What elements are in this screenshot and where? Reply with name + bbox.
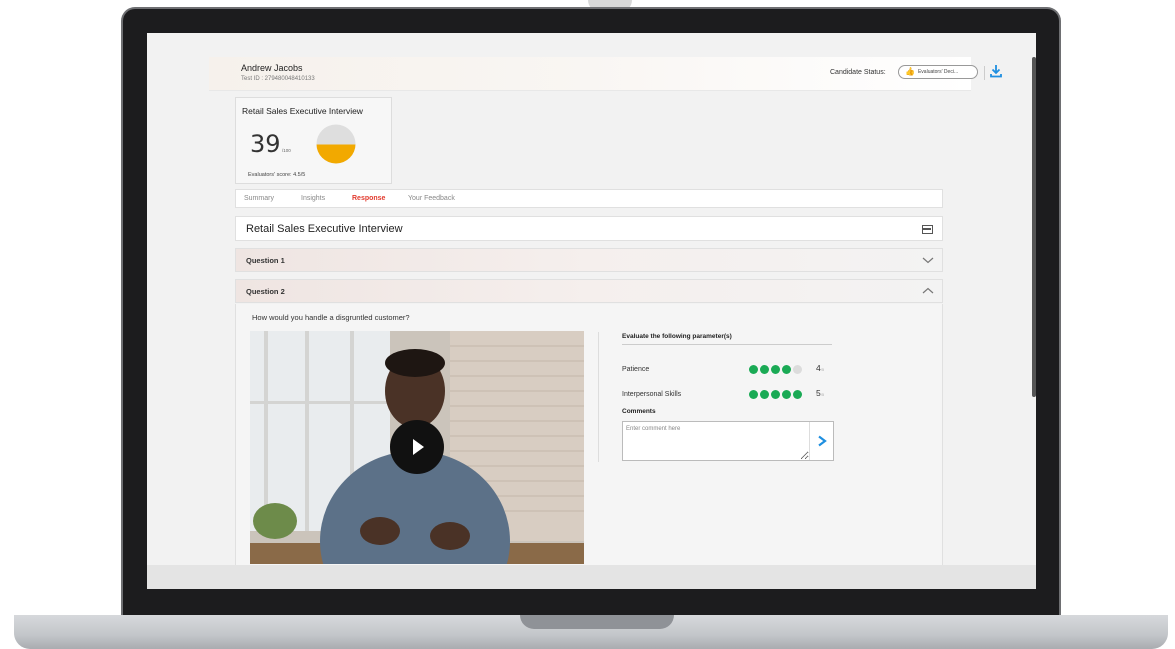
candidate-header: Andrew Jacobs Test ID : 279480048410133 … — [209, 57, 1002, 91]
question-2-header[interactable]: Question 2 — [235, 279, 943, 303]
rating-dot[interactable] — [749, 365, 758, 374]
parameter-interpersonal-label: Interpersonal Skills — [622, 391, 682, 398]
patience-rating-dots[interactable] — [749, 365, 802, 374]
interpersonal-rating-dots[interactable] — [749, 390, 802, 399]
candidate-name: Andrew Jacobs — [241, 63, 303, 73]
rating-dot[interactable] — [782, 365, 791, 374]
download-icon[interactable] — [990, 64, 1002, 78]
screen: Andrew Jacobs Test ID : 279480048410133 … — [147, 33, 1036, 589]
header-divider — [984, 66, 985, 80]
tab-your-feedback[interactable]: Your Feedback — [408, 195, 455, 202]
patience-rating-max: /5 — [820, 367, 825, 372]
evaluators-score: Evaluators' score: 4.5/5 — [248, 172, 306, 178]
screen-bottom-bar — [147, 565, 1036, 589]
chevron-up-icon[interactable] — [922, 286, 934, 296]
laptop-mockup: Andrew Jacobs Test ID : 279480048410133 … — [0, 0, 1175, 649]
tab-response[interactable]: Response — [352, 195, 385, 202]
score-gauge — [316, 124, 356, 164]
rating-dot[interactable] — [771, 390, 780, 399]
comment-input[interactable] — [623, 422, 809, 460]
rating-dot[interactable] — [771, 365, 780, 374]
comments-label: Comments — [622, 408, 656, 415]
question-2-label: Question 2 — [246, 287, 285, 296]
candidate-test-id: Test ID : 279480048410133 — [241, 76, 315, 82]
tab-summary[interactable]: Summary — [244, 195, 274, 202]
play-button[interactable] — [390, 420, 444, 474]
send-comment-button[interactable] — [809, 422, 833, 460]
candidate-status-value: Evaluators' Deci... — [917, 69, 959, 75]
rating-dot[interactable] — [760, 365, 769, 374]
list-view-icon[interactable] — [922, 225, 933, 234]
scrollbar[interactable] — [1032, 57, 1036, 397]
send-arrow-icon — [817, 435, 827, 447]
response-video[interactable] — [250, 331, 584, 564]
candidate-status-label: Candidate Status: — [830, 69, 886, 76]
thumbs-up-icon: 👍 — [905, 67, 915, 76]
score-max: /100 — [282, 148, 291, 153]
section-divider — [598, 332, 599, 462]
rating-dot[interactable] — [793, 390, 802, 399]
evaluate-heading: Evaluate the following parameter(s) — [622, 333, 832, 345]
score-card: Retail Sales Executive Interview 39 /100… — [235, 97, 392, 184]
rating-dot[interactable] — [793, 365, 802, 374]
interpersonal-rating-max: /5 — [820, 392, 825, 397]
rating-dot[interactable] — [749, 390, 758, 399]
tab-bar: Summary Insights Response Your Feedback — [235, 189, 943, 208]
comment-box — [622, 421, 834, 461]
tab-insights[interactable]: Insights — [301, 195, 325, 202]
interview-title-bar: Retail Sales Executive Interview — [235, 216, 943, 241]
chevron-down-icon[interactable] — [922, 255, 934, 265]
laptop-base-notch — [520, 615, 674, 629]
score-value: 39 — [250, 130, 281, 158]
parameter-patience-label: Patience — [622, 366, 650, 373]
interpersonal-rating-value: 5/5 — [816, 388, 824, 398]
rating-dot[interactable] — [782, 390, 791, 399]
question-1-header[interactable]: Question 1 — [235, 248, 943, 272]
question-2-body: How would you handle a disgruntled custo… — [235, 304, 943, 566]
interview-title: Retail Sales Executive Interview — [246, 223, 403, 235]
score-card-title: Retail Sales Executive Interview — [242, 106, 363, 116]
question-1-label: Question 1 — [246, 256, 285, 265]
patience-rating-value: 4/5 — [816, 363, 824, 373]
question-text: How would you handle a disgruntled custo… — [252, 313, 410, 322]
rating-dot[interactable] — [760, 390, 769, 399]
candidate-status-dropdown[interactable]: 👍 Evaluators' Deci... — [898, 65, 978, 79]
